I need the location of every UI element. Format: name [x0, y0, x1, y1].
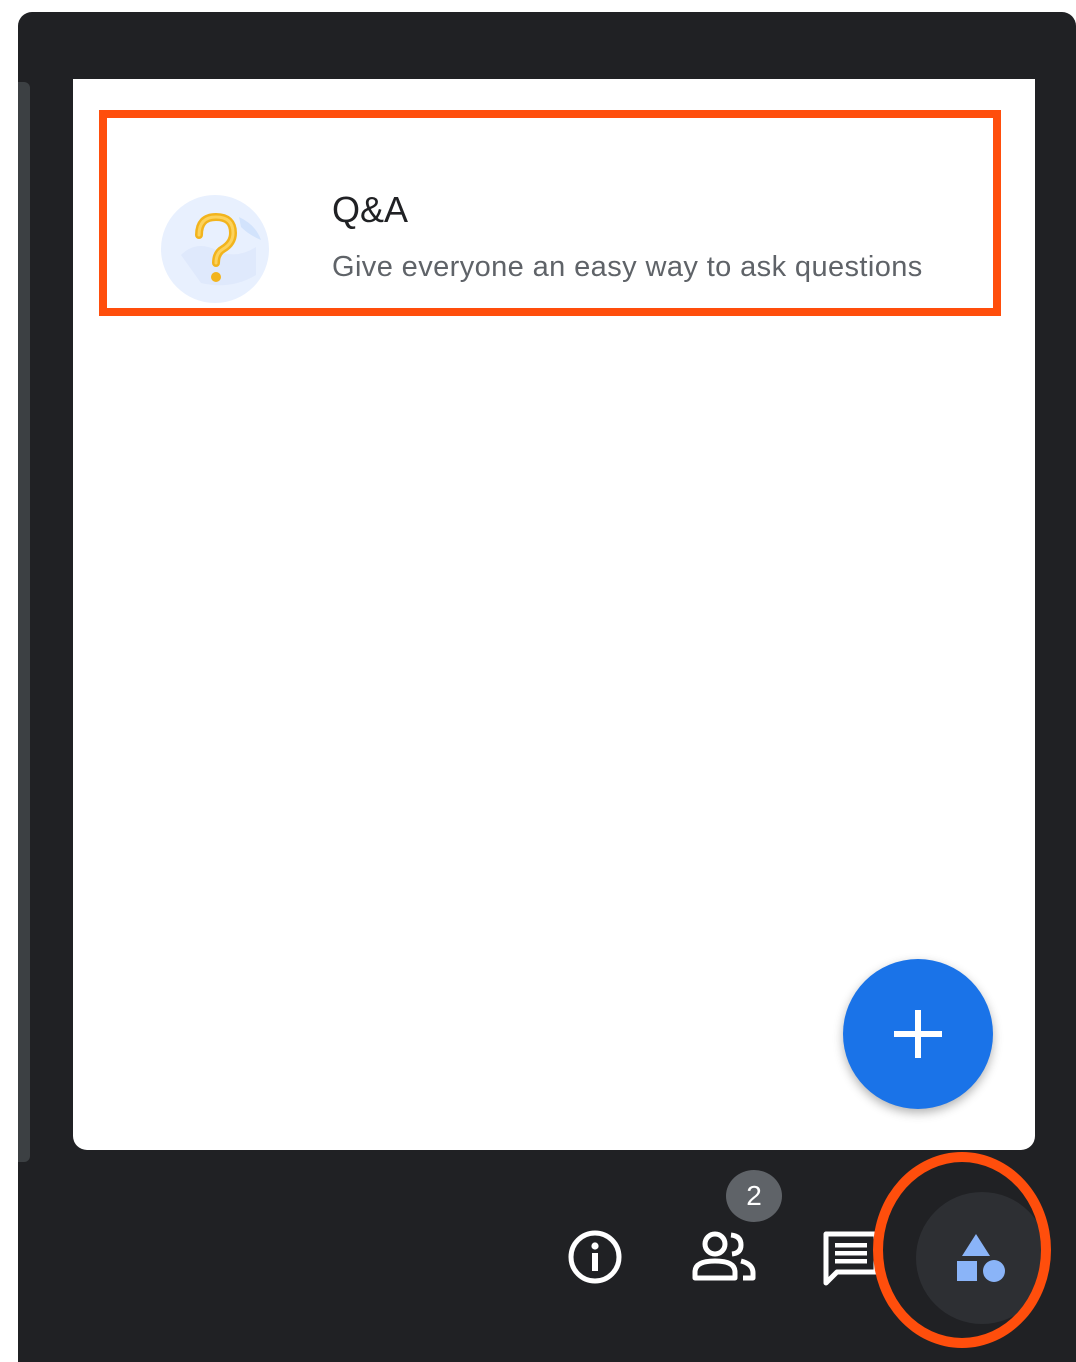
chat-button[interactable] — [818, 1224, 884, 1290]
people-icon — [692, 1231, 756, 1281]
people-count-badge: 2 — [726, 1170, 782, 1222]
meeting-side-frame: Q&A Give everyone an easy way to ask que… — [18, 12, 1076, 1362]
question-mark-icon — [161, 195, 269, 303]
meeting-details-button[interactable] — [562, 1224, 628, 1290]
activity-item-description: Give everyone an easy way to ask questio… — [332, 251, 923, 283]
info-icon — [568, 1230, 622, 1284]
left-edge-scrollbar — [18, 82, 30, 1162]
add-button[interactable] — [843, 959, 993, 1109]
activities-panel: Q&A Give everyone an easy way to ask que… — [73, 79, 1035, 1150]
activities-shapes-icon — [957, 1234, 1005, 1282]
activities-button[interactable] — [916, 1192, 1048, 1324]
activity-item-qa[interactable]: Q&A Give everyone an easy way to ask que… — [97, 111, 997, 311]
plus-icon — [894, 1010, 942, 1058]
chat-icon — [823, 1231, 879, 1286]
activity-item-title: Q&A — [332, 189, 409, 230]
people-button[interactable] — [688, 1224, 760, 1290]
